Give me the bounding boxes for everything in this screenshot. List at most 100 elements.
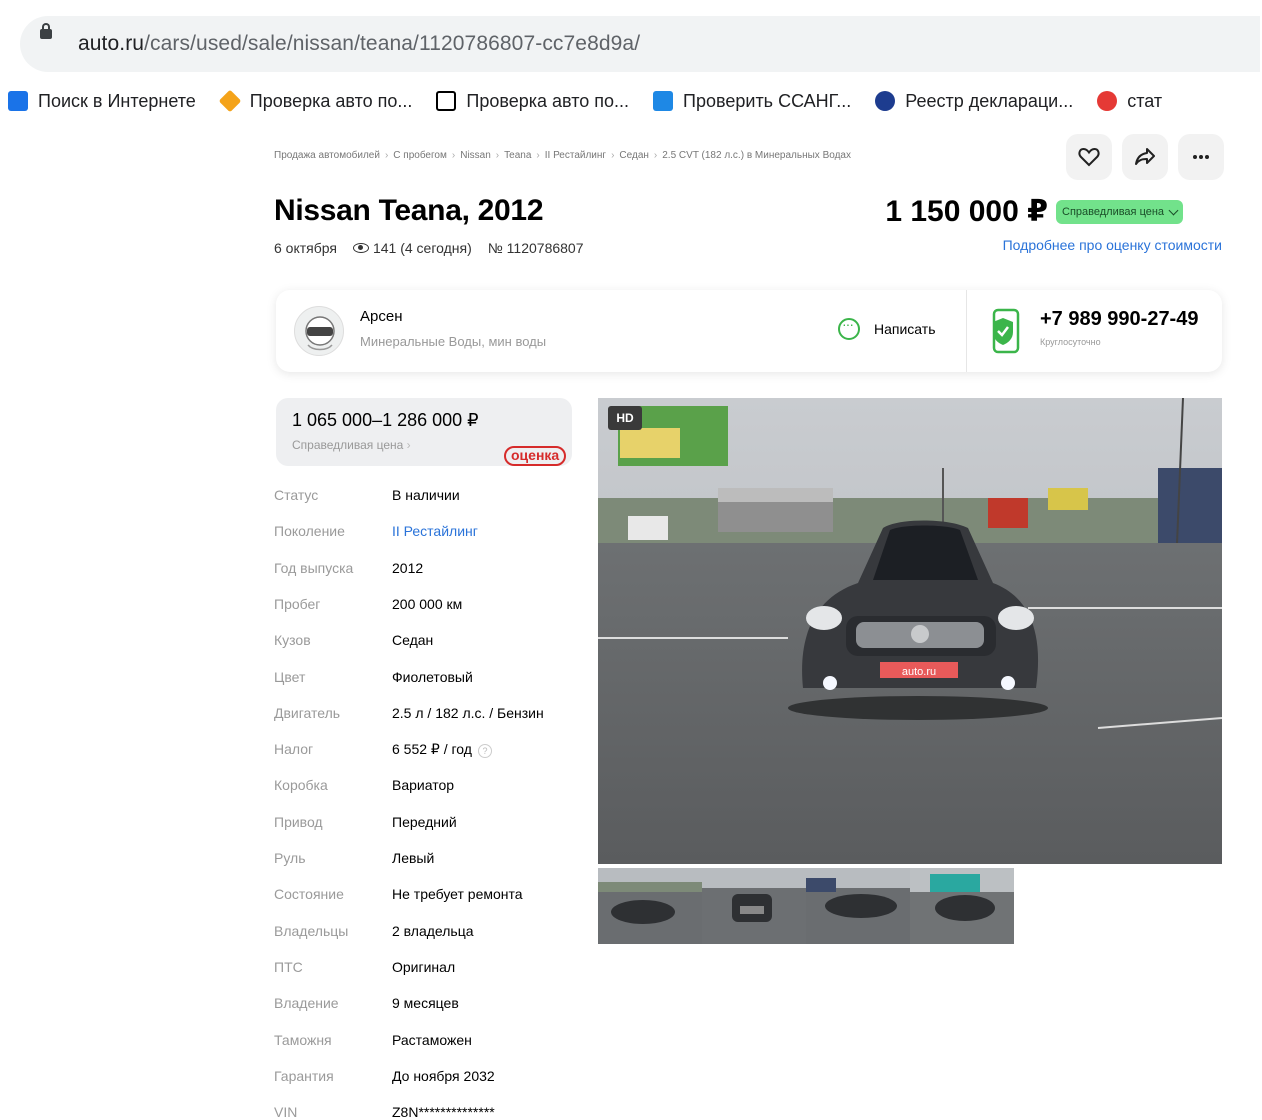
breadcrumb-separator: › (451, 150, 456, 161)
bookmark-label: Проверка авто по... (466, 90, 630, 111)
bookmark-item[interactable]: Проверка авто по... (436, 91, 629, 112)
eye-icon (352, 243, 369, 253)
address-bar[interactable]: auto.ru/cars/used/sale/nissan/teana/1120… (20, 16, 1260, 72)
n-letter-icon (436, 91, 457, 111)
spec-value-text: 200 000 км (392, 595, 463, 612)
write-message-button[interactable]: Написать (838, 316, 936, 340)
bookmark-item[interactable]: Проверка авто по... (218, 89, 412, 113)
listing-number: № 1120786807 (487, 240, 584, 256)
thumbnail-3[interactable] (806, 868, 910, 944)
spec-value: Z8N************** (392, 1104, 495, 1120)
share-arrow-icon (1135, 148, 1155, 165)
spec-value: Седан (392, 632, 433, 648)
more-button[interactable] (1178, 134, 1224, 180)
spec-value[interactable]: II Рестайлинг (392, 523, 478, 539)
spec-value-text: До ноября 2032 (392, 1067, 495, 1084)
spec-value: Фиолетовый (392, 669, 473, 685)
spec-value: Оригинал (392, 959, 455, 975)
price-estimate-link[interactable]: Подробнее про оценку стоимости (1003, 237, 1222, 253)
lock-icon[interactable] (40, 23, 52, 39)
heart-icon (1078, 147, 1100, 167)
thumbnail-1[interactable] (598, 868, 702, 944)
spec-value-text: Оригинал (392, 958, 456, 975)
breadcrumb-item[interactable]: Teana (504, 150, 531, 161)
spec-value: До ноября 2032 (392, 1068, 495, 1084)
bookmark-item[interactable]: стат (1097, 91, 1162, 112)
bookmark-item[interactable]: Реестр деклараци... (875, 91, 1073, 112)
main-photo[interactable]: auto.ru (598, 398, 1222, 864)
spec-label: Таможня (274, 1031, 332, 1048)
spec-label: Владельцы (274, 922, 349, 939)
breadcrumb-item[interactable]: II Рестайлинг (545, 150, 606, 161)
spec-value: Не требует ремонта (392, 886, 523, 902)
page-title: Nissan Teana, 2012 (274, 194, 544, 227)
spec-label: Поколение (274, 523, 345, 540)
breadcrumb-item[interactable]: Продажа автомобилей (274, 150, 380, 161)
views-text: 141 (4 сегодня) (372, 240, 472, 256)
thumbnail-strip (598, 868, 1014, 944)
thumbnail-2[interactable] (702, 868, 806, 944)
avatar[interactable] (294, 306, 344, 356)
breadcrumb-item[interactable]: Nissan (460, 150, 491, 161)
spec-value-text: Вариатор (392, 777, 455, 794)
share-button[interactable] (1122, 134, 1168, 180)
fair-price-badge[interactable]: Справедливая цена (1056, 200, 1184, 224)
spec-value: В наличии (392, 487, 460, 503)
thumbnail-4[interactable] (910, 868, 1014, 944)
seller-location: Минеральные Воды, мин воды (360, 334, 547, 349)
bookmark-label: стат (1127, 90, 1163, 111)
spec-value: 200 000 км (392, 596, 462, 612)
thumbnail-photo-1 (598, 868, 702, 944)
breadcrumb-separator: › (384, 150, 389, 161)
car-photo: auto.ru (598, 398, 1222, 864)
favorite-button[interactable] (1066, 134, 1112, 180)
spec-value: 6 552 ₽ / год? (392, 741, 492, 759)
spec-value: 2.5 л / 182 л.с. / Бензин (392, 705, 544, 721)
url-text[interactable]: auto.ru/cars/used/sale/nissan/teana/1120… (78, 32, 640, 56)
shield-icon (875, 91, 896, 111)
spec-label: VIN (274, 1104, 298, 1120)
spec-label: Кузов (274, 632, 311, 649)
price-range-value: 1 065 000–1 286 000 ₽ (292, 410, 479, 430)
sp-icon (1097, 91, 1118, 111)
spec-value: Левый (392, 850, 434, 866)
spec-label: Коробка (274, 777, 328, 794)
phone-availability: Круглосуточно (1040, 337, 1101, 347)
spec-value-text: Растаможен (392, 1031, 472, 1048)
price-range-label-text: Справедливая цена (292, 438, 404, 452)
spec-value: 2 владельца (392, 923, 474, 939)
more-dots-icon (1193, 155, 1209, 159)
seller-name[interactable]: Арсен (360, 308, 402, 325)
spec-label: ПТС (274, 958, 303, 975)
spec-label: Двигатель (274, 704, 341, 721)
breadcrumb-item[interactable]: Седан (619, 150, 648, 161)
phone-shield-icon (992, 308, 1020, 354)
spec-value-text: 9 месяцев (392, 995, 459, 1012)
write-message-label: Написать (874, 321, 936, 337)
help-icon[interactable]: ? (477, 744, 492, 759)
breadcrumb-item[interactable]: С пробегом (393, 150, 447, 161)
seller-avatar-icon (305, 316, 335, 351)
spec-value: Вариатор (392, 777, 454, 793)
phone-number[interactable]: +7 989 990-27-49 (1040, 308, 1198, 331)
spec-value-text: 2 владельца (392, 922, 474, 939)
spec-value-text: II Рестайлинг (392, 523, 478, 540)
spec-label: Гарантия (274, 1067, 334, 1084)
spec-value: 2012 (392, 560, 423, 576)
spec-value-text: В наличии (392, 487, 460, 503)
bookmark-item[interactable]: Проверить ССАНГ... (653, 91, 851, 112)
bookmarks-bar: Поиск в Интернете Проверка авто по... Пров… (0, 82, 1262, 120)
breadcrumb: Продажа автомобилей › С пробегом › Nissan › Te… (274, 150, 851, 161)
bookmark-label: Поиск в Интернете (38, 90, 196, 111)
spec-value-text: 2.5 л / 182 л.с. / Бензин (392, 704, 544, 721)
spec-value-text: Z8N************** (392, 1104, 495, 1120)
bookmark-item[interactable]: Поиск в Интернете (8, 91, 196, 112)
spec-label: Цвет (274, 668, 306, 685)
car-icon (653, 91, 674, 111)
url-path: /cars/used/sale/nissan/teana/1120786807-… (144, 32, 641, 55)
spec-label: Руль (274, 850, 306, 866)
chevron-down-icon (1168, 205, 1179, 216)
spec-label: Пробег (274, 595, 321, 612)
bookmark-label: Проверить ССАНГ... (683, 90, 852, 111)
breadcrumb-item[interactable]: 2.5 CVT (182 л.с.) в Минеральных Водах (662, 150, 851, 161)
